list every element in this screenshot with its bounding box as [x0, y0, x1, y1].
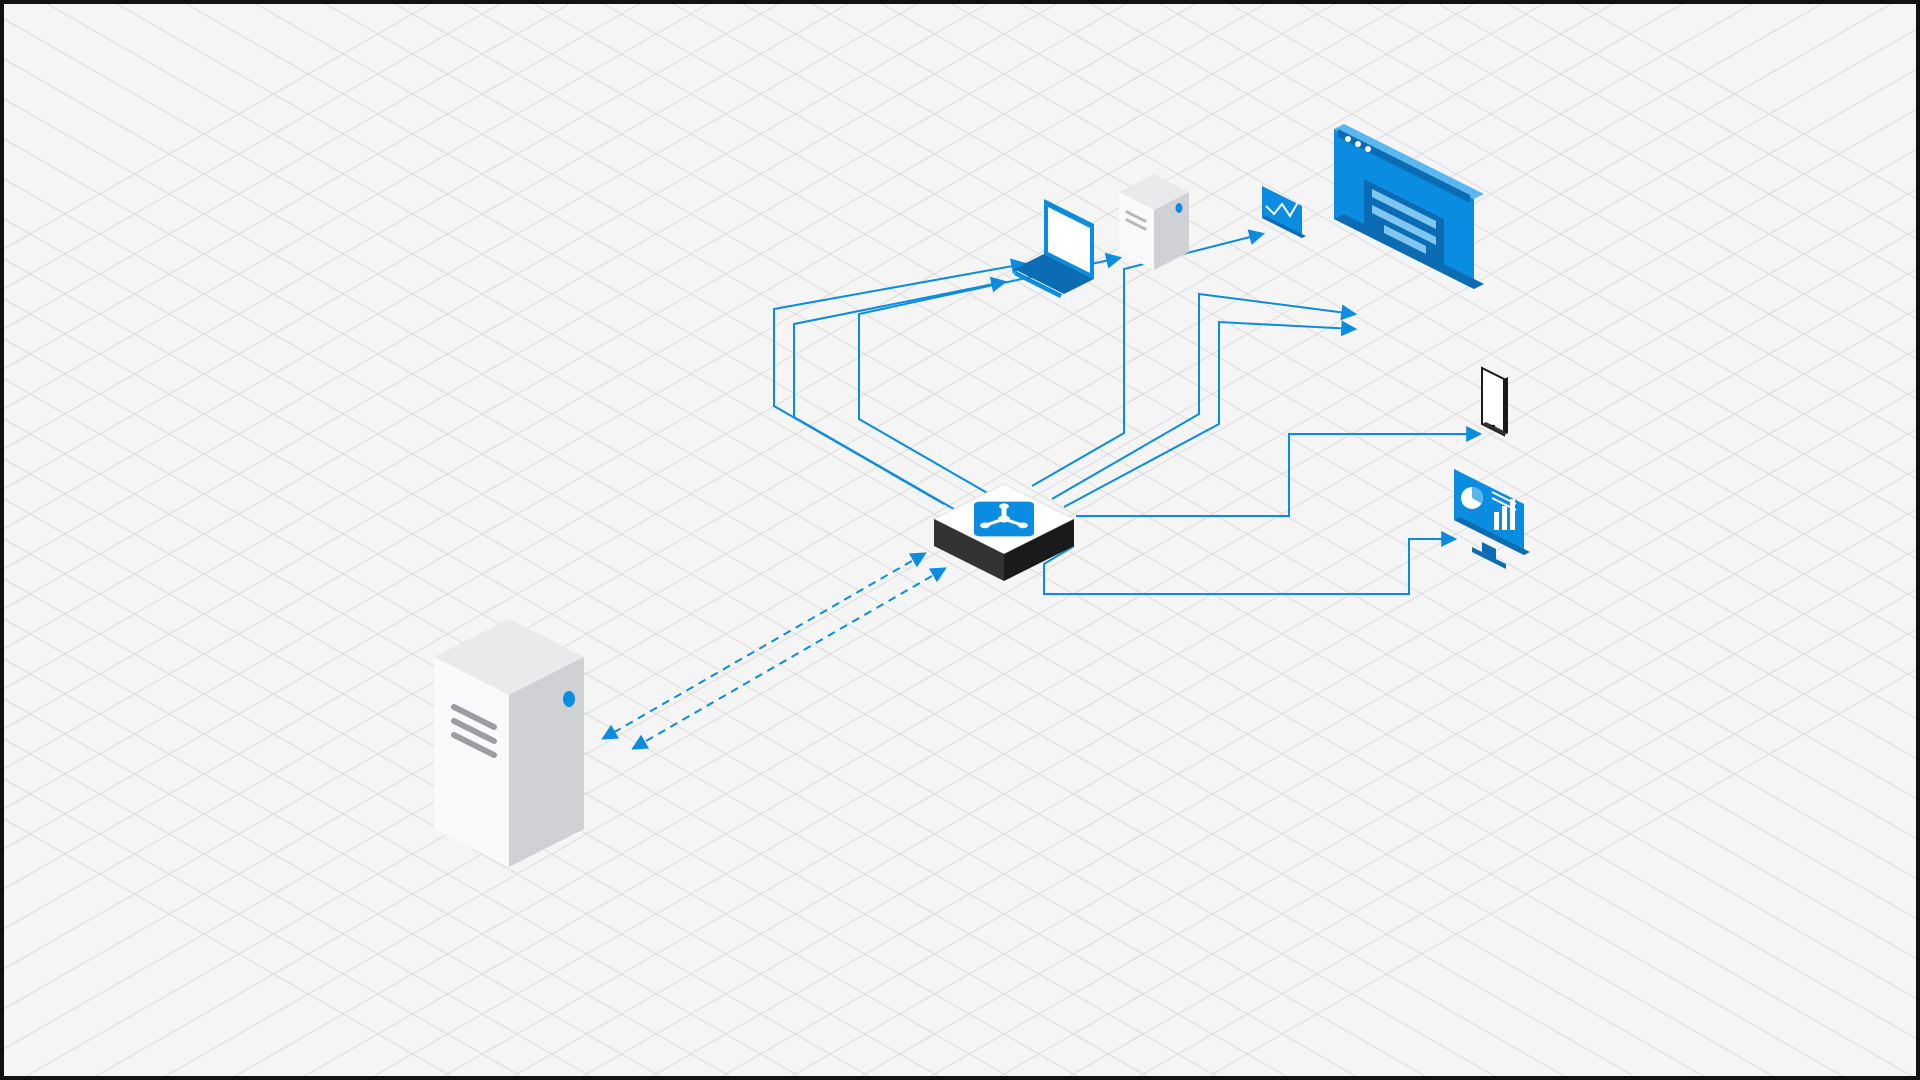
laptop-icon	[1014, 199, 1094, 298]
metrics-screen-icon	[1262, 186, 1306, 238]
small-server-icon	[1119, 174, 1189, 270]
edge-hub-analytics	[1044, 539, 1454, 594]
webapp-icon	[1334, 124, 1484, 289]
analytics-monitor-icon	[1454, 469, 1530, 569]
edge-hub-main-server	[604, 554, 944, 748]
edge-hub-laptop	[774, 264, 1024, 512]
main-server-icon	[434, 619, 584, 867]
edge-hub-phone	[1076, 434, 1479, 516]
diagram-canvas	[4, 4, 1916, 1076]
diagram-stage	[0, 0, 1920, 1080]
edge-hub-webapp	[1052, 294, 1354, 507]
phone-icon	[1482, 368, 1508, 435]
